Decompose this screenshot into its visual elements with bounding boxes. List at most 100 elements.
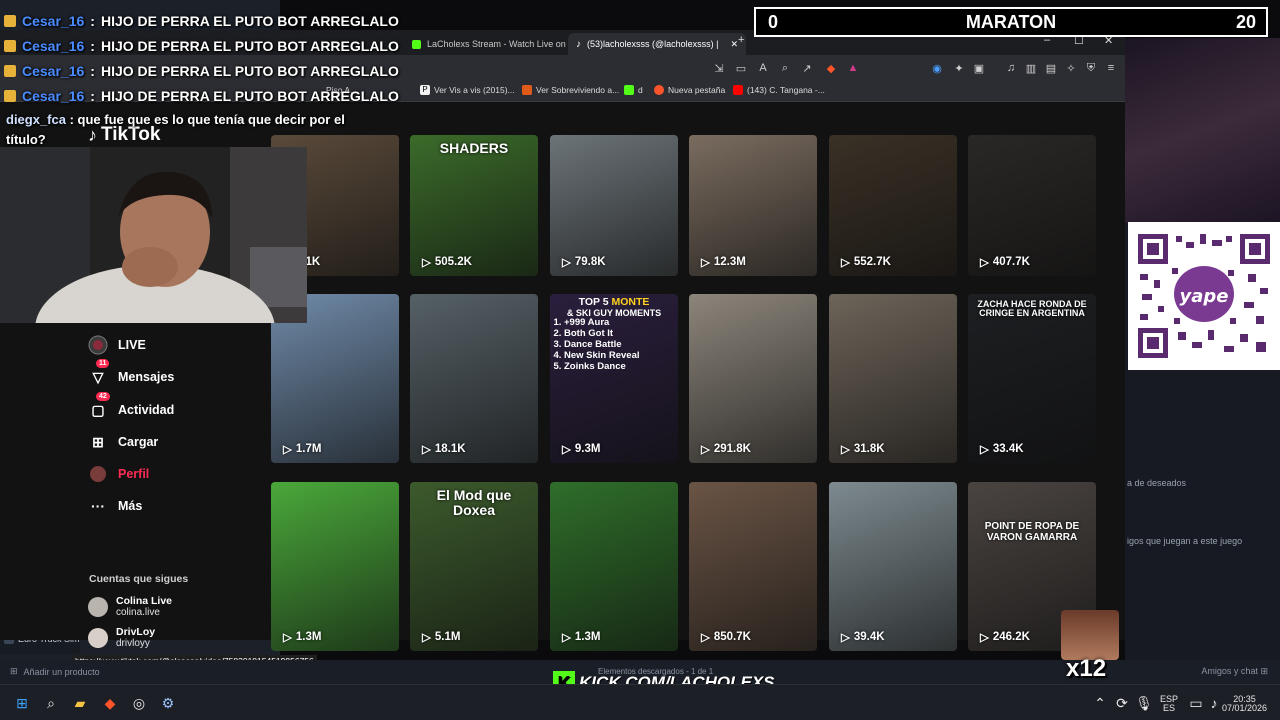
play-icon: ▷: [701, 632, 710, 644]
translate-icon[interactable]: A: [756, 61, 770, 75]
tab-tiktok-profile[interactable]: ♪ (53)lacholexsss (@lacholexsss) | ✕: [568, 33, 747, 55]
nav-more[interactable]: ··· Más: [88, 496, 142, 516]
play-icon: ▷: [980, 257, 989, 269]
bookmark-nueva-pestana[interactable]: Nueva pestaña: [654, 85, 725, 95]
share-icon[interactable]: ↗: [800, 61, 814, 75]
tab-kick-stream[interactable]: LaCholexs Stream - Watch Live on Ki: [404, 33, 584, 55]
profile-icon: [88, 464, 108, 484]
wallet-icon[interactable]: ▤: [1044, 61, 1058, 75]
brave-browser-icon[interactable]: ◆: [100, 693, 120, 713]
plus-icon: ⊞: [10, 666, 18, 676]
chat-username: Cesar_16: [22, 12, 85, 29]
network-icon[interactable]: ▭: [1186, 693, 1206, 713]
clock[interactable]: 20:35 07/01/2026: [1222, 695, 1267, 713]
microphone-icon[interactable]: 🎙: [1134, 693, 1154, 713]
nav-upload[interactable]: ⊞ Cargar: [88, 432, 158, 452]
bookmark-d[interactable]: d: [624, 85, 643, 95]
tracking-icon[interactable]: ⇲: [712, 61, 726, 75]
following-account[interactable]: DrivLoy drivloyy: [88, 627, 155, 649]
view-count-value: 12.3M: [713, 256, 746, 268]
streamer-webcam: [0, 147, 307, 323]
play-icon: ▷: [841, 257, 850, 269]
steam-icon[interactable]: ⚙: [158, 693, 178, 713]
top5-title-highlight: MONTE: [611, 296, 650, 308]
windows-start-icon[interactable]: ⊞: [12, 693, 32, 713]
video-caption: ZACHA HACE RONDA DE CRINGE EN ARGENTINA: [977, 299, 1087, 319]
moderator-badge-icon: [4, 39, 16, 52]
account-name: Colina Live: [116, 595, 173, 607]
chat-username: Cesar_16: [22, 62, 85, 79]
menu-icon[interactable]: ≡: [1104, 61, 1118, 75]
speaker-icon[interactable]: ◉: [930, 61, 944, 75]
svg-text:yape: yape: [1180, 286, 1229, 307]
friends-chat-button[interactable]: Amigos y chat ⊞: [1201, 666, 1268, 677]
brave-rewards-icon[interactable]: ▲: [846, 61, 860, 75]
vpn-icon[interactable]: ⛨: [1084, 61, 1098, 75]
bookmark-vis-a-vis[interactable]: P Ver Vis a vis (2015)...: [420, 85, 515, 95]
video-thumbnail[interactable]: ▷ 1.3M: [271, 482, 399, 651]
sidebar-icon[interactable]: ▥: [1024, 61, 1038, 75]
add-product-label: Añadir un producto: [23, 666, 100, 677]
video-thumbnail[interactable]: ▷ 291.8K: [689, 294, 817, 463]
messages-badge: 11: [96, 359, 110, 368]
avatar: [88, 628, 108, 648]
video-grid: ▷5.1KSHADERS▷505.2K▷79.8K▷12.3M▷552.7K▷4…: [271, 135, 1097, 655]
view-count-value: 291.8K: [713, 443, 751, 455]
close-tab-icon[interactable]: ✕: [731, 39, 739, 50]
view-count-value: 79.8K: [574, 256, 606, 268]
video-thumbnail[interactable]: ▷ 18.1K: [410, 294, 538, 463]
language-indicator[interactable]: ESP ES: [1160, 695, 1178, 713]
view-count-value: 850.7K: [713, 631, 751, 643]
video-thumbnail[interactable]: ▷ 39.4K: [829, 482, 957, 651]
video-thumbnail[interactable]: ZACHA HACE RONDA DE CRINGE EN ARGENTINA ▷…: [968, 294, 1096, 463]
nav-messages[interactable]: ▽ 11 Mensajes: [88, 359, 174, 387]
nav-activity[interactable]: ▢ 42 Actividad: [88, 392, 174, 420]
video-thumbnail[interactable]: ▷ 407.7K: [968, 135, 1096, 276]
avatar: [88, 597, 108, 617]
chat-text: HIJO DE PERRA EL PUTO BOT ARREGLALO: [100, 87, 399, 104]
leo-icon[interactable]: ✧: [1064, 61, 1078, 75]
live-icon: [88, 335, 108, 355]
following-account[interactable]: Colina Live colina.live: [88, 596, 172, 618]
bookmark-sobreviviendo[interactable]: Ver Sobreviviendo a...: [522, 85, 619, 95]
account-handle: drivloyy: [116, 638, 150, 649]
view-count-value: 407.7K: [992, 256, 1030, 268]
video-thumbnail[interactable]: ▷ 1.3M: [550, 482, 678, 651]
video-thumbnail[interactable]: El Mod que Doxea ▷ 5.1M: [410, 482, 538, 651]
add-product-button[interactable]: ⊞ Añadir un producto: [10, 666, 100, 677]
video-caption: POINT DE ROPA DE VARON GAMARRA: [984, 521, 1080, 543]
top5-item: Zoinks Dance: [564, 361, 676, 373]
activity-badge: 42: [96, 392, 110, 401]
file-explorer-icon[interactable]: ▰: [70, 693, 90, 713]
tray-sync-icon[interactable]: ⟳: [1112, 693, 1132, 713]
extensions-icon[interactable]: ✦: [952, 61, 966, 75]
messages-icon: ▽ 11: [88, 359, 110, 387]
video-thumbnail[interactable]: ▷ 850.7K: [689, 482, 817, 651]
play-icon: ▷: [562, 444, 571, 456]
nav-profile[interactable]: Perfil: [88, 464, 149, 484]
screenshot-icon[interactable]: ▣: [972, 61, 986, 75]
background-face-image: [1125, 38, 1280, 223]
top5-title: TOP 5: [578, 296, 609, 308]
video-thumbnail[interactable]: ▷ 79.8K: [550, 135, 678, 276]
view-count: ▷ 552.7K: [841, 255, 891, 269]
bookmark-c-tangana[interactable]: (143) C. Tangana -...: [733, 85, 825, 95]
video-thumbnail[interactable]: ▷ 552.7K: [829, 135, 957, 276]
new-tab-icon[interactable]: +: [738, 34, 744, 46]
video-thumbnail[interactable]: TOP 5 MONTE& SKI GUY MOMENTS+999 AuraBot…: [550, 294, 678, 463]
brave-shield-icon[interactable]: ◆: [824, 61, 838, 75]
nav-live[interactable]: LIVE: [88, 335, 146, 355]
video-thumbnail[interactable]: SHADERS ▷ 505.2K: [410, 135, 538, 276]
video-thumbnail[interactable]: ▷ 31.8K: [829, 294, 957, 463]
obs-icon[interactable]: ◎: [129, 693, 149, 713]
view-count: ▷ 291.8K: [701, 442, 751, 456]
volume-icon[interactable]: ♪: [1204, 693, 1224, 713]
search-icon[interactable]: ⌕: [41, 693, 61, 713]
zoom-icon[interactable]: ⌕: [778, 61, 792, 75]
play-icon: ▷: [283, 632, 292, 644]
install-icon[interactable]: ▭: [734, 61, 748, 75]
video-thumbnail[interactable]: ▷ 12.3M: [689, 135, 817, 276]
tray-chevron-up-icon[interactable]: ⌃: [1090, 693, 1110, 713]
music-icon[interactable]: ♫: [1004, 61, 1018, 75]
chat-message-last: diegx_fca : que fue que es lo que tenía …: [6, 112, 345, 147]
